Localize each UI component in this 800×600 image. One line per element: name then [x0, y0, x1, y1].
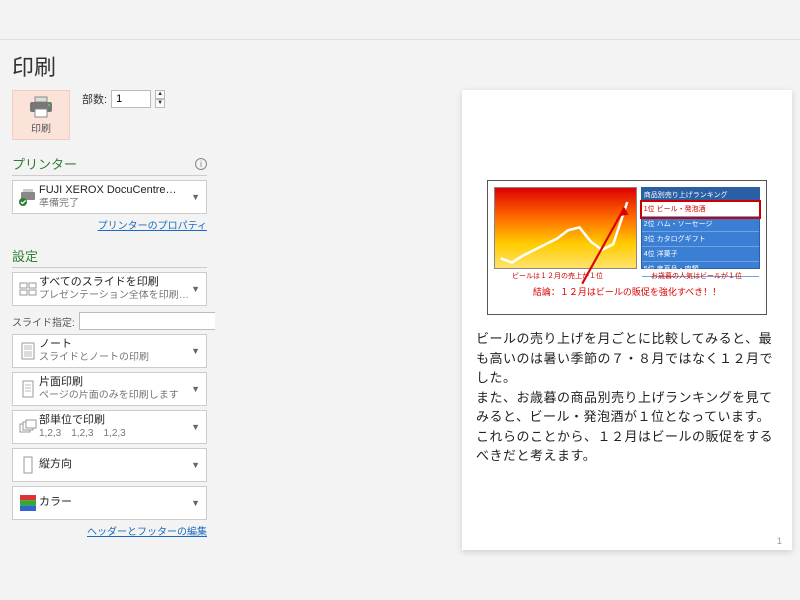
chevron-down-icon: ▼	[189, 346, 202, 356]
layout-select[interactable]: ノート スライドとノートの印刷 ▼	[12, 334, 207, 368]
slide-spec-input[interactable]	[79, 312, 231, 330]
notes-layout-icon	[20, 342, 36, 360]
chart-note-right: お歳暮の人気はビールが１位	[651, 271, 742, 281]
ranking-table: 商品別売り上げランキング 1位 ビール・発泡酒 2位 ハム・ソーセージ 3位 カ…	[641, 187, 760, 269]
slide-thumbnail: 商品別売り上げランキング 1位 ビール・発泡酒 2位 ハム・ソーセージ 3位 カ…	[487, 180, 767, 315]
copies-up[interactable]: ▲	[155, 90, 165, 99]
printer-name: FUJI XEROX DocuCentre…	[39, 184, 189, 197]
portrait-icon	[21, 456, 35, 474]
settings-heading: 設定	[12, 246, 38, 265]
copies-label: 部数:	[82, 91, 107, 107]
print-button[interactable]: 印刷	[12, 90, 70, 140]
printer-status-icon	[18, 188, 38, 206]
header-footer-link[interactable]: ヘッダーとフッターの編集	[87, 527, 207, 538]
copies-input[interactable]	[111, 90, 151, 108]
chevron-down-icon: ▼	[189, 192, 202, 202]
chevron-down-icon: ▼	[189, 422, 202, 432]
color-icon	[20, 495, 36, 511]
collate-select[interactable]: 部単位で印刷 1,2,3 1,2,3 1,2,3 ▼	[12, 410, 207, 444]
slide-spec-label: スライド指定:	[12, 314, 75, 329]
print-preview-area: 商品別売り上げランキング 1位 ビール・発泡酒 2位 ハム・ソーセージ 3位 カ…	[215, 40, 800, 600]
printer-status: 準備完了	[39, 198, 189, 210]
chevron-down-icon: ▼	[189, 384, 202, 394]
chart-conclusion: 結論：１２月はビールの販促を強化すべき！！	[488, 285, 766, 298]
sales-chart	[494, 187, 637, 269]
rank-row-3: 3位 カタログギフト	[642, 232, 759, 247]
slides-icon	[19, 281, 37, 297]
page-number: 1	[777, 536, 782, 546]
print-range-select[interactable]: すべてのスライドを印刷 プレゼンテーション全体を印刷し… ▼	[12, 272, 207, 306]
page-title: 印刷	[12, 50, 207, 82]
color-select[interactable]: カラー ▼	[12, 486, 207, 520]
printer-heading: プリンター	[12, 154, 77, 173]
chevron-down-icon: ▼	[189, 460, 202, 470]
chevron-down-icon: ▼	[189, 284, 202, 294]
single-side-icon	[21, 380, 35, 398]
rank-row-1: 1位 ビール・発泡酒	[642, 202, 759, 217]
info-icon[interactable]: i	[195, 158, 207, 170]
printer-icon	[28, 96, 54, 118]
collate-icon	[19, 419, 37, 435]
app-topbar	[0, 0, 800, 40]
chevron-down-icon: ▼	[189, 498, 202, 508]
copies-down[interactable]: ▼	[155, 99, 165, 108]
rank-row-2: 2位 ハム・ソーセージ	[642, 217, 759, 232]
printer-properties-link[interactable]: プリンターのプロパティ	[98, 221, 207, 232]
printer-select[interactable]: FUJI XEROX DocuCentre… 準備完了 ▼	[12, 180, 207, 214]
preview-page: 商品別売り上げランキング 1位 ビール・発泡酒 2位 ハム・ソーセージ 3位 カ…	[462, 90, 792, 550]
sides-select[interactable]: 片面印刷 ページの片面のみを印刷します ▼	[12, 372, 207, 406]
rank-row-4: 4位 洋菓子	[642, 247, 759, 262]
print-button-label: 印刷	[31, 120, 51, 135]
orientation-select[interactable]: 縦方向 ▼	[12, 448, 207, 482]
notes-text: ビールの売り上げを月ごとに比較してみると、最も高いのは暑い季節の７・８月ではなく…	[476, 329, 778, 466]
print-settings-panel: 印刷 印刷 部数: ▲ ▼ プリンター	[0, 40, 215, 600]
